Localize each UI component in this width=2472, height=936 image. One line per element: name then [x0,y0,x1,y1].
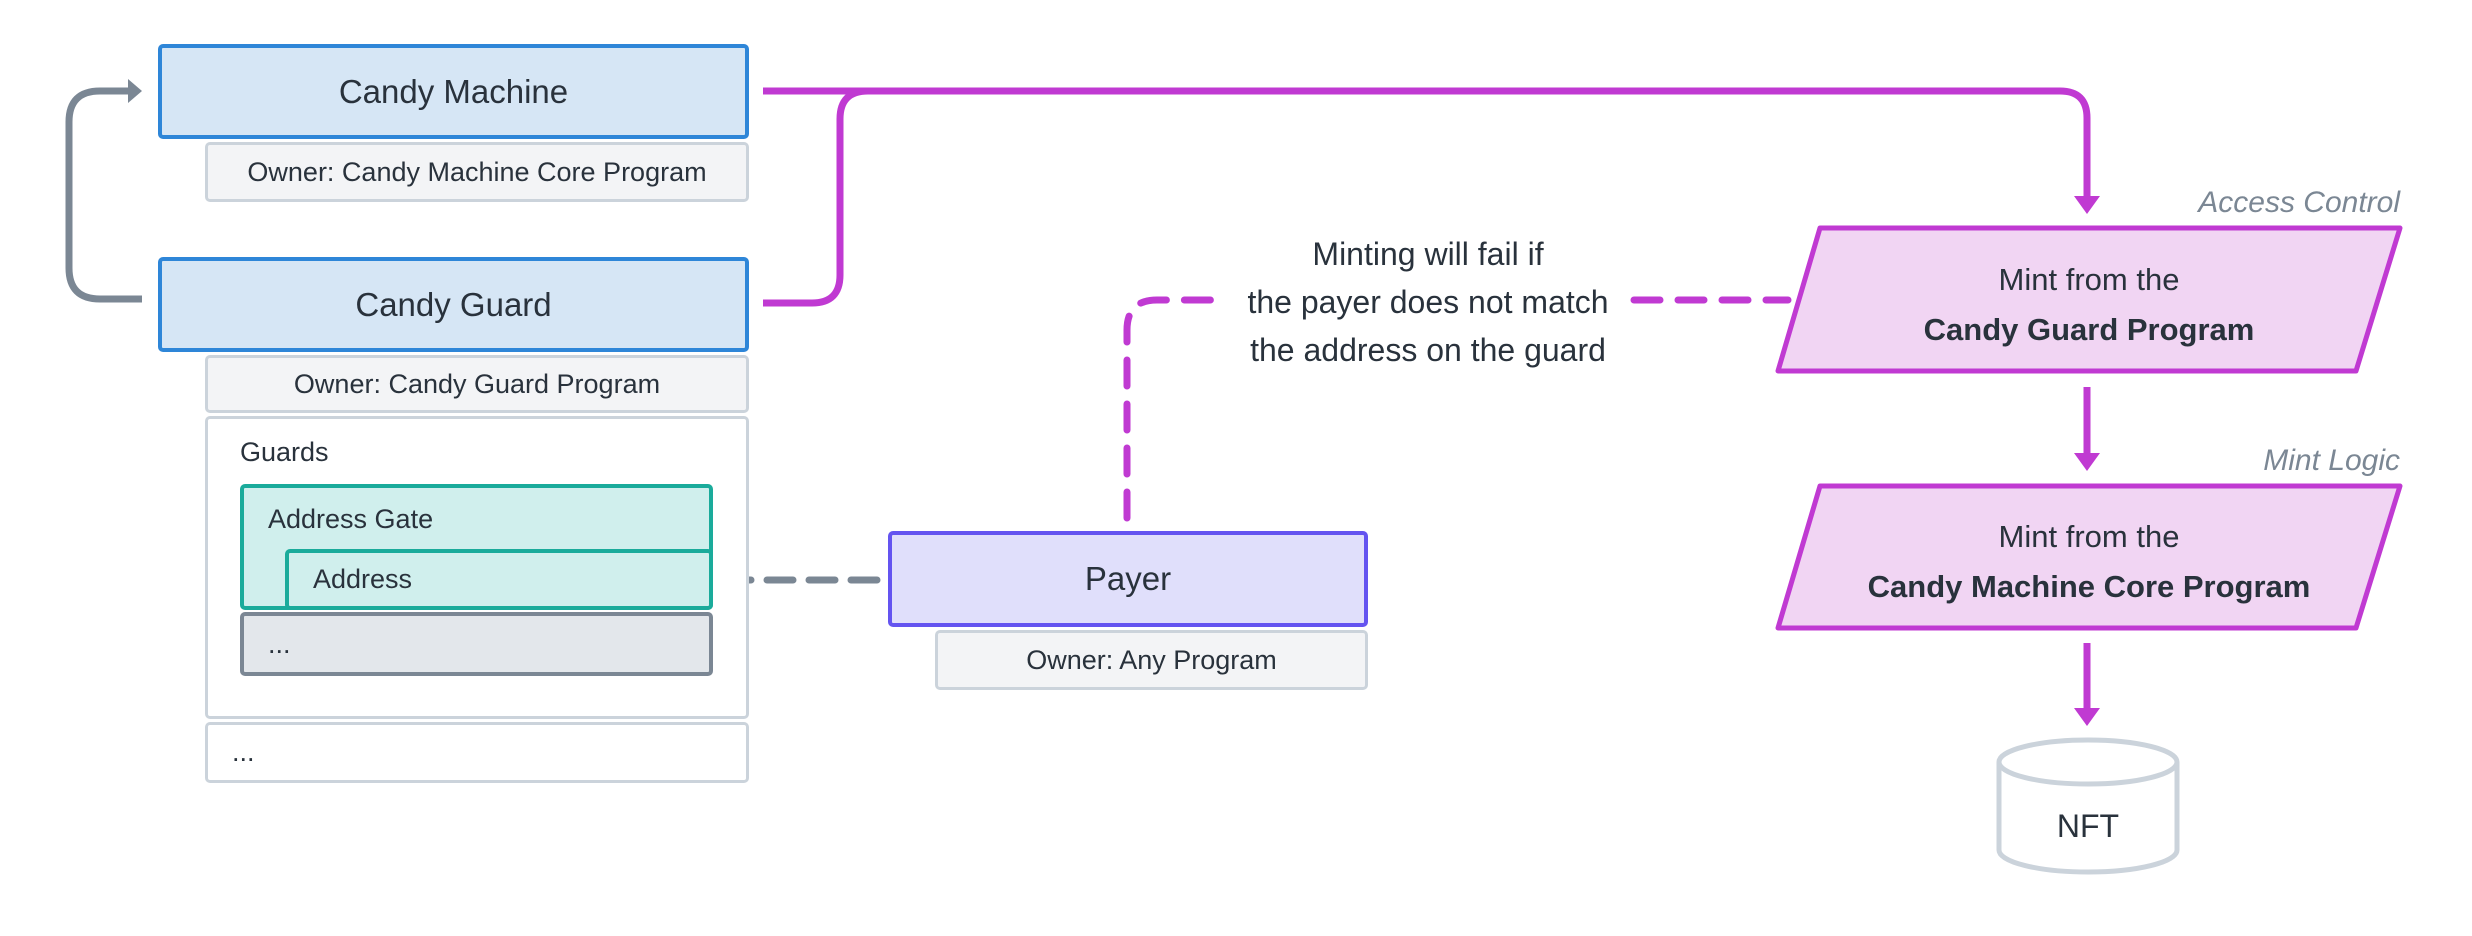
more-guards: ... [240,612,713,676]
candy-machine-account: Candy Machine [158,44,749,139]
step-access-control: Mint from the Candy Guard Program [1800,255,2378,355]
address-label: Address [313,564,413,594]
candy-guard-account: Candy Guard [158,257,749,352]
mint-logic-label: Mint Logic [2263,444,2400,477]
more-fields: ... [205,722,749,783]
arrowhead-icon [2074,196,2100,214]
database-icon [1996,737,2180,875]
address-field: Address [285,549,713,610]
note-line: Minting will fail if [1312,236,1544,272]
owner-label: Owner: Candy Machine Core Program [247,156,707,187]
step-line: Mint from the [1998,262,2180,297]
guards-label: Guards [240,437,329,467]
step-line: Mint from the [1998,519,2180,554]
arrowhead-icon [2074,453,2100,471]
note-line: the payer does not match [1247,284,1609,320]
candy-guard-owner: Owner: Candy Guard Program [205,355,749,413]
note-line: the address on the guard [1250,332,1606,368]
guard-to-machine-arrow [65,87,142,303]
step-mint-logic: Mint from the Candy Machine Core Program [1800,512,2378,612]
ellipsis: ... [268,628,291,659]
step-program: Candy Guard Program [1923,312,2255,347]
payer-account: Payer [888,531,1368,627]
ellipsis: ... [232,737,255,767]
payer-owner: Owner: Any Program [935,630,1368,690]
access-control-label: Access Control [2198,186,2400,219]
failure-note: Minting will fail if the payer does not … [1228,230,1628,374]
step-program: Candy Machine Core Program [1867,569,2311,604]
candy-guard-title: Candy Guard [355,285,552,323]
guard-to-mint-line [763,87,869,307]
owner-label: Owner: Candy Guard Program [293,368,661,399]
arrowhead-icon [2074,708,2100,726]
candy-machine-title: Candy Machine [338,72,569,110]
arrowhead-icon [128,79,142,103]
machine-to-mint-line [763,87,2091,198]
nft-label: NFT [2056,808,2120,844]
payer-note-link [1123,296,1229,522]
candy-machine-owner: Owner: Candy Machine Core Program [205,142,749,202]
owner-label: Owner: Any Program [1026,644,1277,675]
payer-title: Payer [1084,560,1172,597]
address-gate-label: Address Gate [268,504,434,534]
